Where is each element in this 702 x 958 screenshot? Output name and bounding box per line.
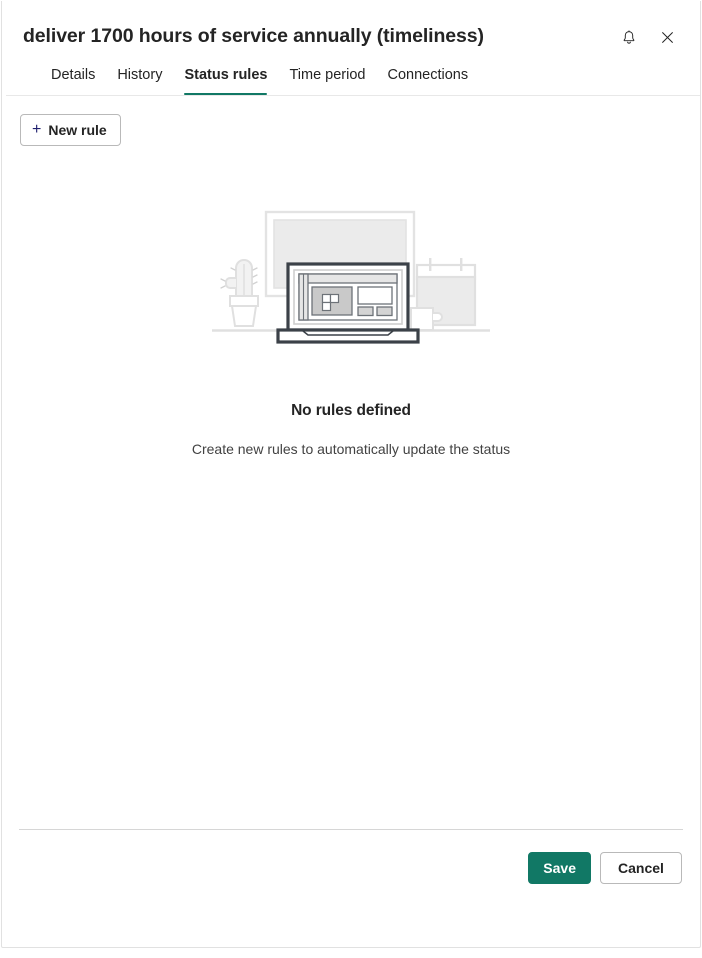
tab-status-rules[interactable]: Status rules <box>173 65 278 96</box>
notifications-button[interactable] <box>616 26 642 52</box>
status-rules-panel: deliver 1700 hours of service annually (… <box>0 0 702 958</box>
page-title: deliver 1700 hours of service annually (… <box>23 25 484 47</box>
bell-icon <box>621 29 637 49</box>
tab-history[interactable]: History <box>106 65 173 96</box>
header-actions <box>616 26 680 52</box>
footer-actions: Save Cancel <box>20 829 682 884</box>
empty-state-title: No rules defined <box>291 402 411 419</box>
close-button[interactable] <box>654 26 680 52</box>
close-icon <box>660 30 675 48</box>
tab-time-period[interactable]: Time period <box>278 65 376 96</box>
footer-divider <box>19 829 683 830</box>
new-rule-button-label: New rule <box>48 122 107 138</box>
save-button[interactable]: Save <box>528 852 591 884</box>
tab-connections[interactable]: Connections <box>376 65 479 96</box>
empty-state: No rules defined Create new rules to aut… <box>2 146 700 829</box>
dialog-header: deliver 1700 hours of service annually (… <box>2 1 700 96</box>
tab-list: Details History Status rules Time period… <box>6 52 700 96</box>
empty-desk-illustration <box>212 210 490 344</box>
plus-icon: + <box>32 120 42 138</box>
dialog-container: deliver 1700 hours of service annually (… <box>1 1 701 948</box>
header-row: deliver 1700 hours of service annually (… <box>23 23 680 52</box>
tab-details[interactable]: Details <box>40 65 106 96</box>
new-rule-button[interactable]: + New rule <box>20 114 121 146</box>
cancel-button[interactable]: Cancel <box>600 852 682 884</box>
empty-state-subtitle: Create new rules to automatically update… <box>191 441 511 457</box>
dialog-body: + New rule No rules defined Create new r… <box>2 96 700 829</box>
toolbar: + New rule <box>2 96 700 146</box>
dialog-footer: Save Cancel <box>2 829 700 947</box>
